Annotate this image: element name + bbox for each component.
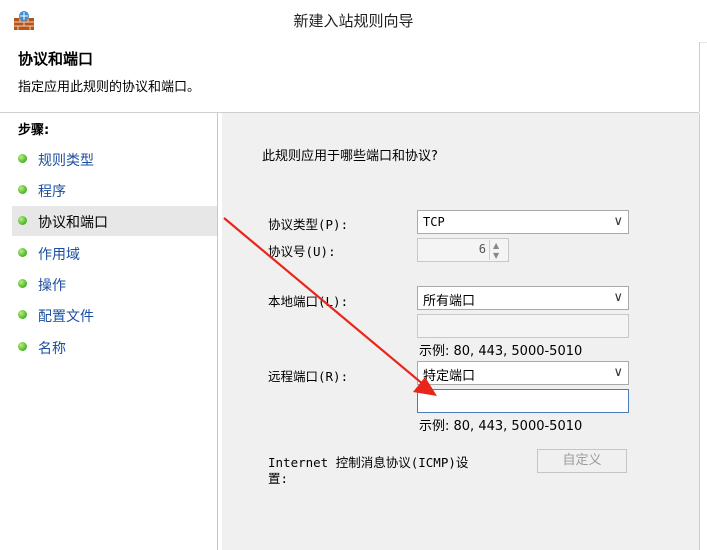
chevron-down-icon: ∨ bbox=[613, 290, 623, 305]
title-bar: 新建入站规则向导 bbox=[0, 0, 707, 43]
local-port-label: 本地端口(L): bbox=[268, 294, 349, 309]
step-name[interactable]: 名称 bbox=[12, 332, 217, 362]
remote-port-dropdown[interactable]: 特定端口 ∨ bbox=[417, 361, 629, 385]
chevron-down-icon: ∨ bbox=[613, 214, 623, 229]
remote-port-label: 远程端口(R): bbox=[268, 369, 349, 384]
protocol-number-stepper[interactable]: 6 ▲ ▼ bbox=[417, 238, 509, 262]
steps-sidebar: 步骤: 规则类型 程序 协议和端口 作用域 操作 配置文件 名称 bbox=[12, 113, 218, 550]
step-status-icon bbox=[18, 279, 27, 288]
page-title: 协议和端口 bbox=[18, 50, 94, 68]
chevron-down-icon: ∨ bbox=[613, 365, 623, 380]
step-program[interactable]: 程序 bbox=[12, 175, 217, 205]
step-label: 操作 bbox=[38, 278, 66, 294]
step-label: 作用域 bbox=[38, 247, 80, 263]
remote-port-example: 示例: 80, 443, 5000-5010 bbox=[419, 419, 583, 434]
question-text: 此规则应用于哪些端口和协议? bbox=[262, 149, 438, 164]
window-title: 新建入站规则向导 bbox=[293, 12, 414, 30]
local-port-dropdown[interactable]: 所有端口 ∨ bbox=[417, 286, 629, 310]
protocol-number-value: 6 bbox=[478, 242, 486, 256]
icmp-settings-label: Internet 控制消息协议(ICMP)设 bbox=[268, 455, 469, 470]
icmp-settings-label-cont: 置: bbox=[268, 471, 289, 486]
local-port-value: 所有端口 bbox=[423, 294, 476, 309]
arrow-down-icon[interactable]: ▼ bbox=[493, 251, 499, 260]
step-status-icon bbox=[18, 342, 27, 351]
remote-port-input[interactable] bbox=[417, 389, 629, 413]
step-status-icon bbox=[18, 154, 27, 163]
protocol-type-value: TCP bbox=[423, 215, 445, 229]
protocol-number-label: 协议号(U): bbox=[268, 244, 336, 259]
step-status-icon bbox=[18, 216, 27, 225]
step-label: 程序 bbox=[38, 184, 66, 200]
step-label: 协议和端口 bbox=[38, 215, 108, 231]
wizard-window: 新建入站规则向导 协议和端口 指定应用此规则的协议和端口。 步骤: 规则类型 程… bbox=[0, 0, 707, 550]
step-label: 名称 bbox=[38, 341, 66, 357]
main-panel: 此规则应用于哪些端口和协议? 协议类型(P): TCP ∨ 协议号(U): 6 … bbox=[222, 113, 700, 550]
steps-heading: 步骤: bbox=[18, 123, 50, 138]
step-profile[interactable]: 配置文件 bbox=[12, 300, 217, 330]
remote-port-value: 特定端口 bbox=[423, 369, 476, 384]
step-status-icon bbox=[18, 310, 27, 319]
step-label: 规则类型 bbox=[38, 153, 94, 169]
protocol-type-dropdown[interactable]: TCP ∨ bbox=[417, 210, 629, 234]
arrow-up-icon[interactable]: ▲ bbox=[493, 241, 499, 250]
local-port-input[interactable] bbox=[417, 314, 629, 338]
step-protocol-and-ports[interactable]: 协议和端口 bbox=[12, 206, 217, 236]
protocol-type-label: 协议类型(P): bbox=[268, 217, 349, 232]
step-action[interactable]: 操作 bbox=[12, 269, 217, 299]
step-scope[interactable]: 作用域 bbox=[12, 238, 217, 268]
local-port-example: 示例: 80, 443, 5000-5010 bbox=[419, 344, 583, 359]
customize-button[interactable]: 自定义 bbox=[537, 449, 627, 473]
step-status-icon bbox=[18, 248, 27, 257]
step-label: 配置文件 bbox=[38, 309, 94, 325]
step-rule-type[interactable]: 规则类型 bbox=[12, 144, 217, 174]
page-description: 指定应用此规则的协议和端口。 bbox=[18, 80, 201, 95]
step-status-icon bbox=[18, 185, 27, 194]
stepper-arrows[interactable]: ▲ ▼ bbox=[489, 240, 506, 260]
page-header: 协议和端口 指定应用此规则的协议和端口。 bbox=[0, 42, 700, 112]
